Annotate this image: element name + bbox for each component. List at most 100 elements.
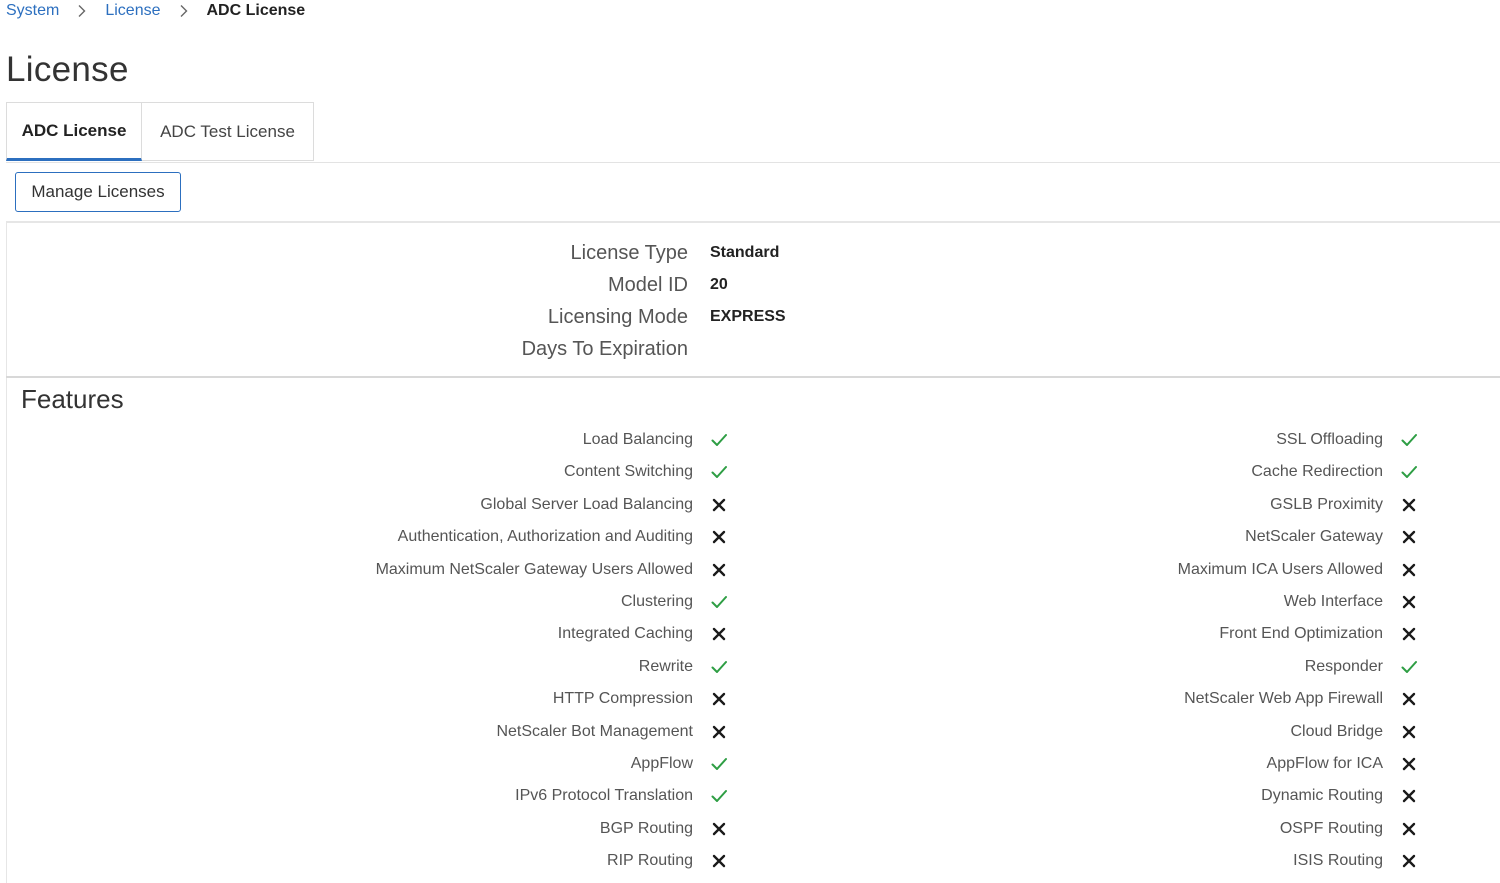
feature-label: NetScaler Web App Firewall: [1184, 690, 1383, 708]
feature-row: Load Balancing: [343, 424, 743, 456]
feature-label: Cloud Bridge: [1290, 722, 1384, 740]
tab-bar: ADC License ADC Test License: [6, 102, 314, 162]
breadcrumb-system[interactable]: System: [6, 2, 59, 20]
cross-icon: [711, 691, 727, 707]
feature-row: HTTP Compression: [343, 683, 743, 715]
detail-label: License Type: [570, 242, 689, 264]
cross-icon: [711, 821, 727, 837]
checkmark-icon: [711, 659, 727, 675]
page-title: License: [6, 50, 129, 89]
feature-row: NetScaler Web App Firewall: [1033, 683, 1433, 715]
feature-row: Clustering: [343, 586, 743, 618]
detail-value: 20: [710, 276, 728, 293]
feature-label: Clustering: [620, 593, 693, 610]
feature-label: Responder: [1304, 657, 1383, 675]
feature-row: Maximum ICA Users Allowed: [1033, 554, 1433, 586]
feature-row: NetScaler Gateway: [1033, 521, 1433, 553]
feature-row: AppFlow: [343, 748, 743, 780]
feature-row: Cloud Bridge: [1033, 716, 1433, 748]
cross-icon: [711, 724, 727, 740]
detail-model-id: Model ID 20: [7, 269, 1500, 301]
tab-adc-license[interactable]: ADC License: [6, 102, 142, 161]
cross-icon: [711, 853, 727, 869]
checkmark-icon: [1401, 659, 1417, 675]
feature-label: Dynamic Routing: [1261, 787, 1383, 805]
detail-label: Model ID: [607, 274, 688, 296]
feature-row: OSPF Routing: [1033, 813, 1433, 845]
feature-row: Maximum NetScaler Gateway Users Allowed: [343, 554, 743, 586]
checkmark-icon: [1401, 464, 1417, 480]
feature-label: IPv6 Protocol Translation: [515, 787, 693, 805]
feature-label: GSLB Proximity: [1270, 495, 1383, 513]
feature-row: Content Switching: [343, 456, 743, 488]
feature-label: AppFlow: [630, 755, 693, 772]
tabs-divider: [6, 162, 1500, 163]
feature-row: AppFlow for ICA: [1033, 748, 1433, 780]
feature-row: Rewrite: [343, 651, 743, 683]
checkmark-icon: [711, 756, 727, 772]
breadcrumb-current: ADC License: [206, 2, 306, 19]
feature-row: BGP Routing: [343, 813, 743, 845]
feature-row: GSLB Proximity: [1033, 489, 1433, 521]
feature-row: Authentication, Authorization and Auditi…: [343, 521, 743, 553]
cross-icon: [1401, 691, 1417, 707]
cross-icon: [711, 626, 727, 642]
license-details: License Type Standard Model ID 20 Licens…: [6, 223, 1500, 376]
cross-icon: [1401, 724, 1417, 740]
cross-icon: [1401, 562, 1417, 578]
breadcrumb-license[interactable]: License: [105, 2, 160, 20]
license-page: System License ADC License License ADC L…: [0, 0, 1500, 883]
cross-icon: [1401, 821, 1417, 837]
feature-label: Global Server Load Balancing: [480, 495, 693, 513]
feature-label: Maximum ICA Users Allowed: [1177, 560, 1383, 578]
cross-icon: [1401, 529, 1417, 545]
detail-days-to-expiration: Days To Expiration: [7, 333, 1500, 365]
feature-row: Front End Optimization: [1033, 618, 1433, 650]
feature-label: HTTP Compression: [552, 690, 693, 708]
cross-icon: [1401, 626, 1417, 642]
detail-license-type: License Type Standard: [7, 237, 1500, 269]
feature-row: Dynamic Routing: [1033, 780, 1433, 812]
chevron-right-icon: [177, 4, 191, 18]
cross-icon: [711, 497, 727, 513]
cross-icon: [1401, 853, 1417, 869]
detail-label: Licensing Mode: [547, 306, 688, 328]
feature-label: Front End Optimization: [1219, 625, 1383, 643]
checkmark-icon: [711, 432, 727, 448]
feature-row: SSL Offloading: [1033, 424, 1433, 456]
feature-label: Maximum NetScaler Gateway Users Allowed: [375, 560, 693, 578]
feature-row: Web Interface: [1033, 586, 1433, 618]
feature-label: SSL Offloading: [1276, 431, 1383, 448]
breadcrumb: System License ADC License: [6, 0, 305, 22]
manage-licenses-button[interactable]: Manage Licenses: [15, 172, 181, 212]
detail-licensing-mode: Licensing Mode EXPRESS: [7, 301, 1500, 333]
feature-label: ISIS Routing: [1293, 852, 1383, 870]
feature-label: OSPF Routing: [1279, 819, 1383, 837]
feature-row: NetScaler Bot Management: [343, 716, 743, 748]
cross-icon: [1401, 594, 1417, 610]
feature-label: Web Interface: [1283, 593, 1383, 610]
feature-label: AppFlow for ICA: [1266, 755, 1383, 772]
checkmark-icon: [711, 464, 727, 480]
cross-icon: [1401, 756, 1417, 772]
cross-icon: [711, 562, 727, 578]
cross-icon: [711, 529, 727, 545]
feature-row: RIP Routing: [343, 845, 743, 877]
detail-value: EXPRESS: [710, 308, 786, 325]
tab-adc-test-license[interactable]: ADC Test License: [142, 102, 314, 161]
feature-label: Content Switching: [564, 463, 693, 481]
checkmark-icon: [711, 788, 727, 804]
feature-row: Responder: [1033, 651, 1433, 683]
cross-icon: [1401, 497, 1417, 513]
features-title: Features: [21, 384, 124, 414]
feature-label: Integrated Caching: [557, 625, 693, 643]
feature-label: NetScaler Bot Management: [496, 722, 693, 740]
feature-row: ISIS Routing: [1033, 845, 1433, 877]
chevron-right-icon: [75, 4, 89, 18]
feature-label: Rewrite: [638, 657, 693, 675]
feature-label: Load Balancing: [582, 431, 693, 448]
checkmark-icon: [711, 594, 727, 610]
cross-icon: [1401, 788, 1417, 804]
feature-row: Integrated Caching: [343, 618, 743, 650]
feature-row: Global Server Load Balancing: [343, 489, 743, 521]
